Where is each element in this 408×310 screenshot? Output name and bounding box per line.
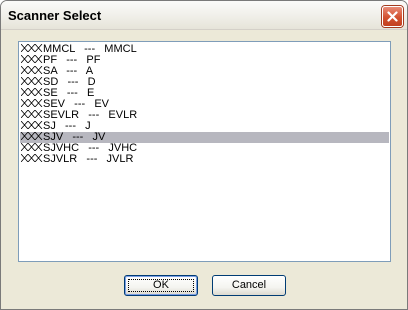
xxx-prefix-icon xyxy=(21,66,43,74)
xxx-prefix-icon xyxy=(21,154,43,162)
focus-rectangle xyxy=(128,279,194,292)
xxx-prefix-icon xyxy=(21,110,43,118)
xxx-prefix-icon xyxy=(21,121,43,129)
list-item[interactable]: SJVLR --- JVLR xyxy=(20,154,389,165)
list-item-label: SJVLR --- JVLR xyxy=(43,153,134,165)
xxx-prefix-icon xyxy=(21,55,43,63)
cancel-button[interactable]: Cancel xyxy=(212,275,286,296)
window-title: Scanner Select xyxy=(8,8,102,23)
cancel-button-label: Cancel xyxy=(231,279,267,291)
close-icon xyxy=(387,11,398,22)
title-bar[interactable]: Scanner Select xyxy=(1,1,407,30)
xxx-prefix-icon xyxy=(21,132,43,140)
xxx-prefix-icon xyxy=(21,44,43,52)
xxx-prefix-icon xyxy=(21,77,43,85)
ok-button[interactable]: OK xyxy=(124,275,198,296)
xxx-prefix-icon xyxy=(21,88,43,96)
scanner-listbox[interactable]: MMCL --- MMCL PF --- PF SA --- A SD --- D SE… xyxy=(18,41,391,262)
xxx-prefix-icon xyxy=(21,143,43,151)
scanner-select-dialog: Scanner Select MMCL --- MMCL PF --- PF SA … xyxy=(0,0,408,310)
close-button[interactable] xyxy=(382,6,403,27)
xxx-prefix-icon xyxy=(21,99,43,107)
